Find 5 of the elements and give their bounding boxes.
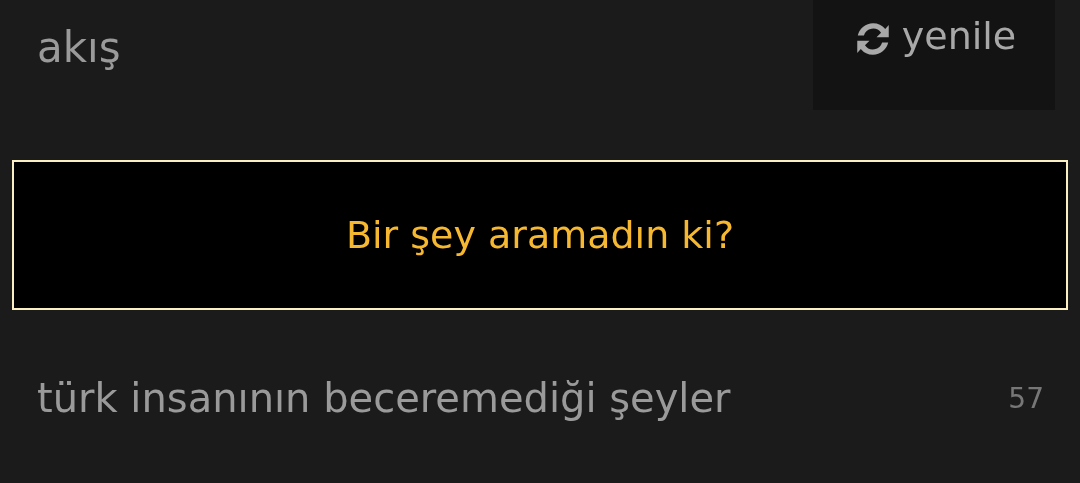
refresh-button[interactable]: yenile <box>813 0 1055 110</box>
entry-count: 57 <box>1008 381 1044 415</box>
topic-link[interactable]: türk insanının beceremediği şeyler <box>37 375 731 421</box>
page-title: akış <box>37 22 121 74</box>
empty-search-message: Bir şey aramadın ki? <box>12 160 1068 310</box>
